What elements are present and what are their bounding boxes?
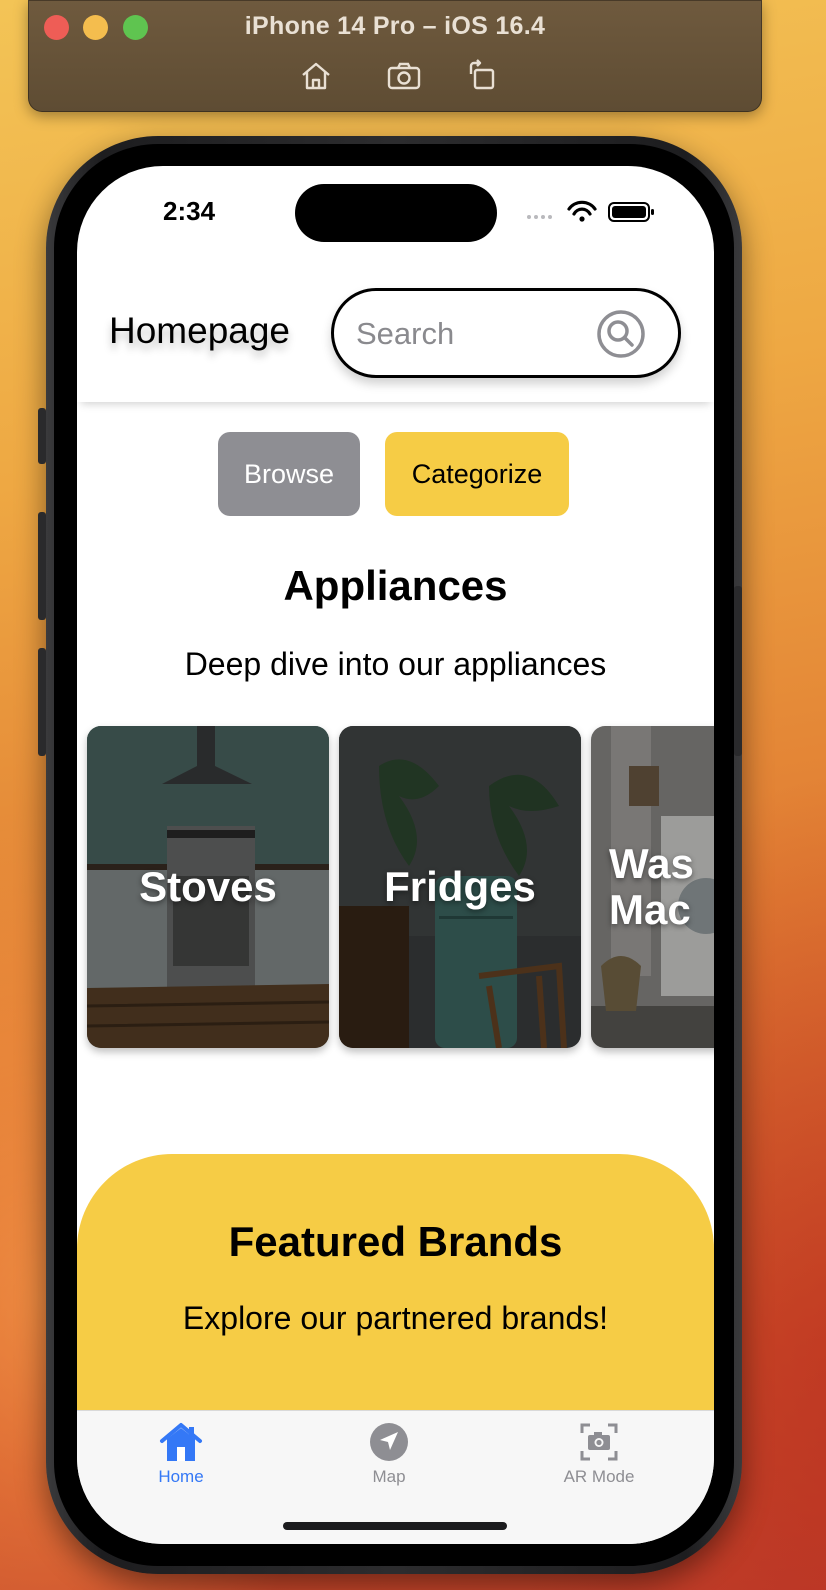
volume-up-button [38,512,46,620]
status-icons [527,200,654,222]
rotate-icon[interactable] [464,58,500,94]
screenshot-icon[interactable] [386,58,422,94]
tab-ar-mode[interactable]: AR Mode [539,1419,659,1487]
power-button [734,586,742,756]
appliance-carousel[interactable]: Stoves Fridges Was Mac [87,726,714,1048]
search-icon[interactable] [596,309,646,359]
card-label: Was Mac [609,840,694,933]
appliance-card-fridges[interactable]: Fridges [339,726,581,1048]
home-indicator[interactable] [283,1522,507,1530]
wifi-icon [567,200,597,222]
search-bar[interactable] [331,288,681,378]
tab-label: Map [372,1467,406,1486]
app-header: Homepage [77,258,714,402]
featured-title: Featured Brands [228,1218,563,1265]
appliance-card-washing-machines[interactable]: Was Mac [591,726,714,1048]
appliances-title: Appliances [283,562,508,609]
featured-subtitle: Explore our partnered brands! [182,1300,609,1336]
dynamic-island [295,184,497,242]
browse-button[interactable]: Browse [218,432,360,516]
search-input[interactable] [356,313,596,355]
home-icon[interactable] [298,58,334,94]
tab-label: Home [158,1467,204,1486]
appliance-card-stoves[interactable]: Stoves [87,726,329,1048]
categorize-button[interactable]: Categorize [385,432,569,516]
location-arrow-icon [370,1423,408,1461]
tab-map[interactable]: Map [329,1419,449,1487]
device-screen: 2:34 Homepage Browse Categorize App [77,166,714,1544]
page-title: Homepage [109,310,291,351]
cellular-icon [527,215,552,219]
appliances-subtitle: Deep dive into our appliances [184,646,607,682]
tab-home[interactable]: Home [121,1419,241,1487]
volume-down-button [38,648,46,756]
battery-icon [608,202,654,222]
featured-brands-section: Featured Brands Explore our partnered br… [77,1154,714,1414]
camera-viewfinder-icon [580,1423,618,1461]
house-icon [160,1423,202,1461]
status-time: 2:34 [163,196,216,226]
simulator-title: iPhone 14 Pro – iOS 16.4 [244,12,546,40]
tab-label: AR Mode [563,1467,635,1486]
silent-switch [38,408,46,464]
card-label: Fridges [384,863,536,910]
simulator-title-bar: iPhone 14 Pro – iOS 16.4 [28,0,762,112]
card-label: Stoves [139,863,277,910]
